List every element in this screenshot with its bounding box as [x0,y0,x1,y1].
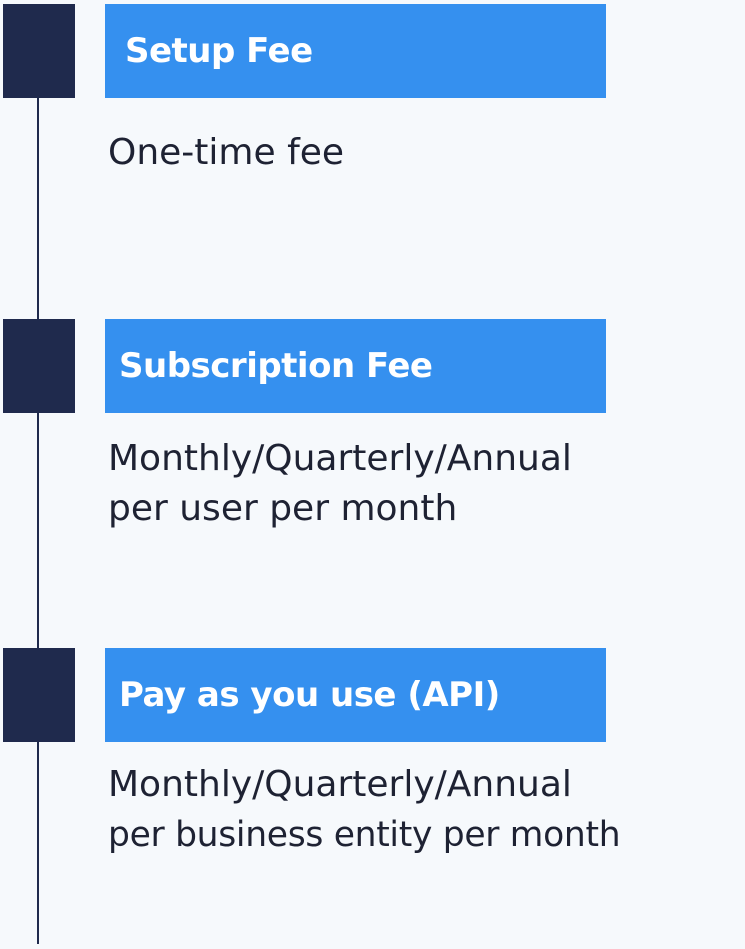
step-title: Setup Fee [125,31,313,71]
timeline-marker-subscription [3,319,75,413]
description-line: per user per month [108,488,458,529]
description-line: Monthly/Quarterly/Annual [108,438,572,479]
step-header-pay-as-you-use: Pay as you use (API) [105,648,606,742]
timeline-line [37,96,39,944]
description-line: One-time fee [108,132,345,173]
step-header-subscription-fee: Subscription Fee [105,319,606,413]
timeline-marker-pay-as-you-use [3,648,75,742]
description-line: Monthly/Quarterly/Annual [108,764,572,805]
step-description-setup-fee: One-time fee [108,128,344,178]
timeline-marker-setup [3,4,75,98]
step-description-pay-as-you-use: Monthly/Quarterly/Annual per business en… [108,760,621,860]
description-line: per business entity per month [108,815,621,855]
step-description-subscription-fee: Monthly/Quarterly/Annual per user per mo… [108,434,572,534]
step-title: Subscription Fee [119,346,433,386]
step-header-setup-fee: Setup Fee [105,4,606,98]
step-title: Pay as you use (API) [119,675,500,715]
